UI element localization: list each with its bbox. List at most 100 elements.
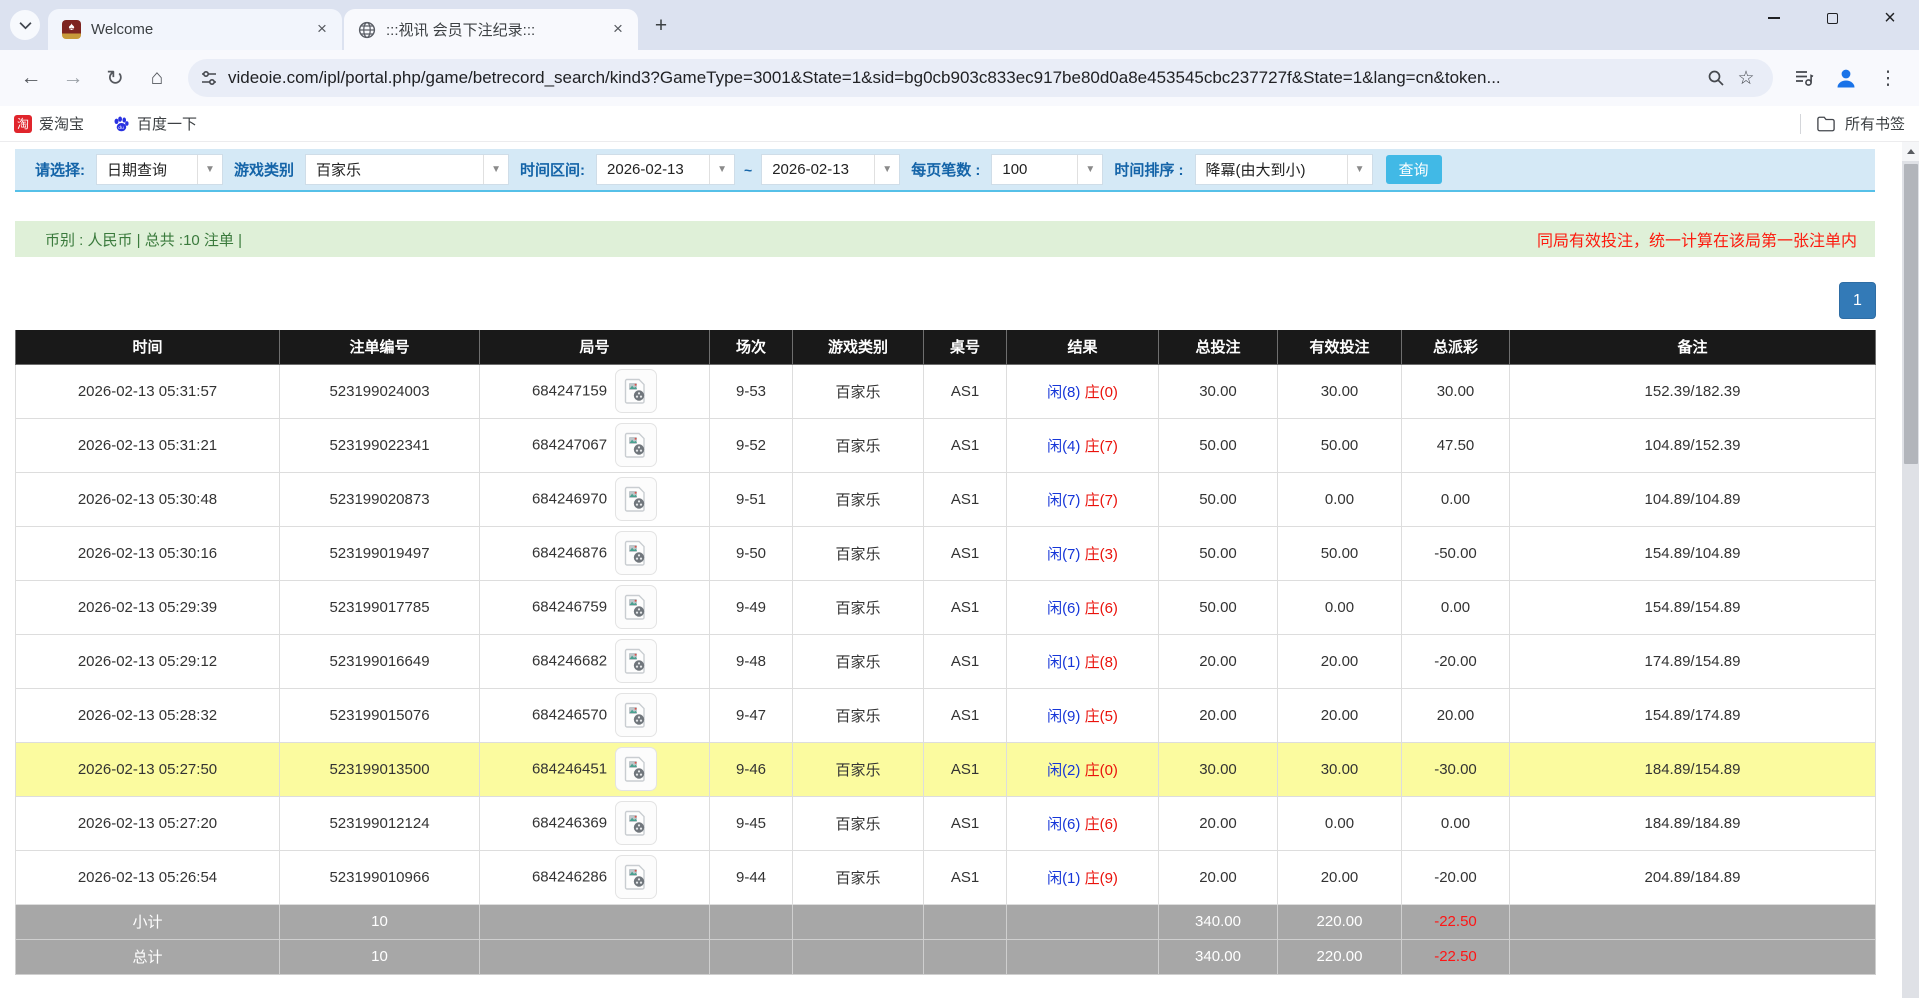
url-text[interactable]: videoie.com/ipl/portal.php/game/betrecor…: [228, 68, 1701, 88]
media-control-icon[interactable]: [1786, 60, 1822, 96]
footer-empty: [1510, 939, 1876, 974]
table-body: 2026-02-13 05:31:57523199024003684247159…: [16, 364, 1876, 974]
cell-remark: 204.89/184.89: [1510, 850, 1876, 904]
video-replay-button[interactable]: [615, 477, 657, 521]
close-tab-icon[interactable]: ×: [608, 20, 628, 40]
cell-time: 2026-02-13 05:26:54: [16, 850, 280, 904]
video-replay-button[interactable]: [615, 801, 657, 845]
bookmark-baidu[interactable]: du 百度一下: [112, 113, 197, 134]
tab-search-button[interactable]: [10, 10, 40, 40]
cell-time: 2026-02-13 05:29:39: [16, 580, 280, 634]
video-replay-button[interactable]: [615, 585, 657, 629]
cell-session: 9-51: [710, 472, 793, 526]
bet-records-table: 时间 注单编号 局号 场次 游戏类别 桌号 结果 总投注 有效投注 总派彩 备注…: [15, 330, 1876, 975]
tab-betrecord[interactable]: :::视讯 会员下注纪录::: ×: [344, 9, 638, 50]
cell-remark: 152.39/182.39: [1510, 364, 1876, 418]
cell-payout: 20.00: [1402, 688, 1510, 742]
video-replay-button[interactable]: [615, 639, 657, 683]
cell-total-bet[interactable]: 50.00: [1159, 472, 1278, 526]
video-replay-button[interactable]: [615, 531, 657, 575]
date-from-value: 2026-02-13: [597, 161, 709, 178]
home-icon[interactable]: ⌂: [138, 59, 176, 97]
bookmark-star-icon[interactable]: ☆: [1731, 63, 1761, 93]
all-bookmarks[interactable]: 所有书签: [1800, 113, 1905, 134]
vertical-scrollbar[interactable]: [1902, 142, 1919, 998]
scrollbar-thumb[interactable]: [1904, 164, 1918, 464]
cell-valid-bet: 0.00: [1278, 472, 1402, 526]
page-size-select[interactable]: 100 ▼: [991, 154, 1103, 185]
video-replay-button[interactable]: [615, 423, 657, 467]
cell-total-bet[interactable]: 20.00: [1159, 634, 1278, 688]
player-result: 闲(1): [1047, 654, 1080, 671]
col-bet-id: 注单编号: [280, 330, 480, 364]
scroll-up-button[interactable]: [1902, 142, 1919, 161]
query-type-select[interactable]: 日期查询 ▼: [96, 154, 223, 185]
banker-result: 庄(9): [1085, 870, 1118, 887]
maximize-button[interactable]: [1803, 0, 1861, 36]
close-tab-icon[interactable]: ×: [312, 20, 332, 40]
forward-icon[interactable]: →: [54, 59, 92, 97]
footer-label: 小计: [16, 904, 280, 939]
cell-round-id: 684247067: [480, 418, 710, 472]
video-replay-button[interactable]: [615, 369, 657, 413]
round-id-value: 684246876: [532, 545, 607, 562]
svg-text:du: du: [118, 125, 124, 131]
video-replay-button[interactable]: [615, 747, 657, 791]
cell-game-type: 百家乐: [793, 364, 924, 418]
cell-total-bet[interactable]: 50.00: [1159, 580, 1278, 634]
cell-total-bet[interactable]: 30.00: [1159, 742, 1278, 796]
cell-total-bet[interactable]: 20.00: [1159, 796, 1278, 850]
table-row: 2026-02-13 05:30:48523199020873684246970…: [16, 472, 1876, 526]
minimize-button[interactable]: [1745, 0, 1803, 36]
game-type-select[interactable]: 百家乐 ▼: [305, 154, 509, 185]
cell-total-bet[interactable]: 50.00: [1159, 418, 1278, 472]
cell-table-no: AS1: [924, 526, 1007, 580]
cell-payout: 30.00: [1402, 364, 1510, 418]
cell-total-bet[interactable]: 50.00: [1159, 526, 1278, 580]
cell-valid-bet: 30.00: [1278, 742, 1402, 796]
video-replay-button[interactable]: [615, 693, 657, 737]
sort-select[interactable]: 降冪(由大到小) ▼: [1195, 154, 1373, 185]
footer-count: 10: [280, 904, 480, 939]
tab-welcome[interactable]: ♠ Welcome ×: [48, 9, 342, 50]
cell-total-bet[interactable]: 30.00: [1159, 364, 1278, 418]
new-tab-button[interactable]: +: [646, 12, 676, 42]
round-id-value: 684246759: [532, 599, 607, 616]
cell-round-id: 684246570: [480, 688, 710, 742]
site-settings-icon[interactable]: [200, 69, 218, 87]
address-bar[interactable]: videoie.com/ipl/portal.php/game/betrecor…: [188, 59, 1773, 97]
footer-payout: -22.50: [1402, 939, 1510, 974]
close-window-button[interactable]: ×: [1861, 0, 1919, 36]
cell-valid-bet: 20.00: [1278, 688, 1402, 742]
menu-dots-icon[interactable]: ⋮: [1870, 60, 1906, 96]
date-from-select[interactable]: 2026-02-13 ▼: [596, 154, 735, 185]
pagination-page-1[interactable]: 1: [1839, 282, 1876, 319]
zoom-icon[interactable]: [1701, 63, 1731, 93]
col-session: 场次: [710, 330, 793, 364]
notice-text: 同局有效投注，统一计算在该局第一张注单内: [1537, 227, 1857, 251]
query-button[interactable]: 查询: [1386, 155, 1442, 184]
cell-result: 闲(1) 庄(9): [1007, 850, 1159, 904]
video-replay-button[interactable]: [615, 855, 657, 899]
back-icon[interactable]: ←: [12, 59, 50, 97]
cell-round-id: 684246682: [480, 634, 710, 688]
cell-time: 2026-02-13 05:29:12: [16, 634, 280, 688]
reload-icon[interactable]: ↻: [96, 59, 134, 97]
chevron-down-icon: ▼: [197, 155, 222, 184]
player-result: 闲(6): [1047, 816, 1080, 833]
cell-total-bet[interactable]: 20.00: [1159, 688, 1278, 742]
date-to-select[interactable]: 2026-02-13 ▼: [761, 154, 900, 185]
cell-session: 9-50: [710, 526, 793, 580]
col-total-bet: 总投注: [1159, 330, 1278, 364]
chevron-down-icon: ▼: [483, 155, 508, 184]
query-type-value: 日期查询: [97, 159, 197, 180]
cell-game-type: 百家乐: [793, 850, 924, 904]
page-size-value: 100: [992, 161, 1077, 178]
profile-avatar[interactable]: [1828, 60, 1864, 96]
banker-result: 庄(6): [1085, 600, 1118, 617]
bookmark-aitaobao[interactable]: 淘 爱淘宝: [14, 113, 84, 134]
player-result: 闲(8): [1047, 384, 1080, 401]
cell-bet-id: 523199015076: [280, 688, 480, 742]
player-result: 闲(7): [1047, 492, 1080, 509]
cell-total-bet[interactable]: 20.00: [1159, 850, 1278, 904]
